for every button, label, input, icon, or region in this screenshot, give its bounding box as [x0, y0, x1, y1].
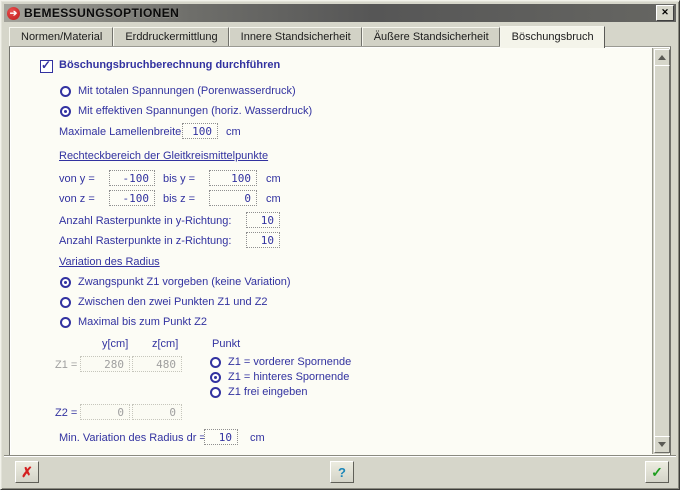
- z2-label: Z2 =: [55, 407, 77, 419]
- raster-y-input[interactable]: [246, 212, 280, 228]
- bis-y-label: bis y =: [163, 173, 195, 185]
- radio-effektive-spannungen-label: Mit effektiven Spannungen (horiz. Wasser…: [78, 105, 312, 117]
- von-z-input[interactable]: [109, 190, 155, 206]
- variation-radius-heading: Variation des Radius: [59, 256, 160, 268]
- z2-y-input: [80, 404, 130, 420]
- z1-z-input: [132, 356, 182, 372]
- title-bar: ➔ BEMESSUNGSOPTIONEN ✕: [4, 4, 676, 22]
- raster-y-label: Anzahl Rasterpunkte in y-Richtung:: [59, 215, 231, 227]
- column-header-punkt: Punkt: [212, 338, 240, 350]
- help-question-icon: ?: [338, 465, 346, 480]
- tab-erddruckermittlung[interactable]: Erddruckermittlung: [113, 27, 228, 47]
- tab-boeschungsbruch[interactable]: Böschungsbruch: [500, 26, 605, 48]
- rechteckbereich-heading: Rechteckbereich der Gleitkreismittelpunk…: [59, 150, 268, 162]
- tab-page-boeschungsbruch: ✓ Böschungsbruchberechnung durchführen M…: [9, 46, 671, 456]
- column-header-zcm: z[cm]: [152, 338, 178, 350]
- dr-label: Min. Variation des Radius dr =: [59, 432, 206, 444]
- radio-z1-frei-eingeben-label: Z1 frei eingeben: [228, 386, 308, 398]
- z1-y-input: [80, 356, 130, 372]
- close-icon[interactable]: ✕: [656, 5, 674, 21]
- radio-zwischen-z1-z2-label: Zwischen den zwei Punkten Z1 und Z2: [78, 296, 268, 308]
- tab-normen-material[interactable]: Normen/Material: [9, 27, 113, 47]
- scrollbar-thumb[interactable]: [654, 65, 670, 437]
- arrow-down-icon: [658, 442, 666, 447]
- lamellenbreite-input[interactable]: [182, 123, 218, 139]
- scroll-down-button[interactable]: [654, 436, 670, 453]
- column-header-ycm: y[cm]: [102, 338, 128, 350]
- button-bar: ✗ ? ✓: [4, 455, 676, 486]
- bis-z-label: bis z =: [163, 193, 195, 205]
- ok-button[interactable]: ✓: [645, 461, 669, 483]
- row-z-unit: cm: [266, 193, 281, 205]
- raster-z-label: Anzahl Rasterpunkte in z-Richtung:: [59, 235, 231, 247]
- lamellenbreite-unit: cm: [226, 126, 241, 138]
- cancel-x-icon: ✗: [21, 464, 33, 480]
- window-title: BEMESSUNGSOPTIONEN: [24, 6, 656, 20]
- radio-zwischen-z1-z2[interactable]: [60, 297, 71, 308]
- radio-z1-frei-eingeben[interactable]: [210, 387, 221, 398]
- lamellenbreite-label: Maximale Lamellenbreite:: [59, 126, 184, 138]
- radio-z1-hinteres-spornende[interactable]: [210, 372, 221, 383]
- radio-z1-vorderer-spornende[interactable]: [210, 357, 221, 368]
- radio-zwangspunkt-z1-label: Zwangspunkt Z1 vorgeben (keine Variation…: [78, 276, 291, 288]
- boeschungsbruch-checkbox[interactable]: ✓: [40, 60, 53, 73]
- bemessungsoptionen-dialog: ➔ BEMESSUNGSOPTIONEN ✕ Normen/Material E…: [0, 0, 680, 490]
- tab-aeussere-standsicherheit[interactable]: Äußere Standsicherheit: [362, 27, 500, 47]
- radio-totale-spannungen[interactable]: [60, 86, 71, 97]
- radio-effektive-spannungen[interactable]: [60, 106, 71, 117]
- vertical-scrollbar[interactable]: [652, 48, 669, 454]
- tab-bar: Normen/Material Erddruckermittlung Inner…: [9, 26, 605, 47]
- checkmark-icon: ✓: [41, 58, 51, 72]
- app-arrow-icon: ➔: [7, 7, 20, 20]
- z2-z-input: [132, 404, 182, 420]
- cancel-button[interactable]: ✗: [15, 461, 39, 483]
- bis-z-input[interactable]: [209, 190, 257, 206]
- radio-maximal-z2-label: Maximal bis zum Punkt Z2: [78, 316, 207, 328]
- radio-maximal-z2[interactable]: [60, 317, 71, 328]
- von-y-label: von y =: [59, 173, 95, 185]
- arrow-up-icon: [658, 55, 666, 60]
- dr-input[interactable]: [204, 429, 238, 445]
- radio-totale-spannungen-label: Mit totalen Spannungen (Porenwasserdruck…: [78, 85, 296, 97]
- raster-z-input[interactable]: [246, 232, 280, 248]
- von-z-label: von z =: [59, 193, 95, 205]
- radio-z1-hinteres-spornende-label: Z1 = hinteres Spornende: [228, 371, 349, 383]
- radio-zwangspunkt-z1[interactable]: [60, 277, 71, 288]
- boeschungsbruch-checkbox-label: Böschungsbruchberechnung durchführen: [59, 59, 280, 71]
- tab-innere-standsicherheit[interactable]: Innere Standsicherheit: [229, 27, 362, 47]
- row-y-unit: cm: [266, 173, 281, 185]
- help-button[interactable]: ?: [330, 461, 354, 483]
- z1-label: Z1 =: [55, 359, 77, 371]
- bis-y-input[interactable]: [209, 170, 257, 186]
- dr-unit: cm: [250, 432, 265, 444]
- von-y-input[interactable]: [109, 170, 155, 186]
- ok-check-icon: ✓: [651, 464, 663, 480]
- radio-z1-vorderer-spornende-label: Z1 = vorderer Spornende: [228, 356, 351, 368]
- scroll-up-button[interactable]: [654, 49, 670, 66]
